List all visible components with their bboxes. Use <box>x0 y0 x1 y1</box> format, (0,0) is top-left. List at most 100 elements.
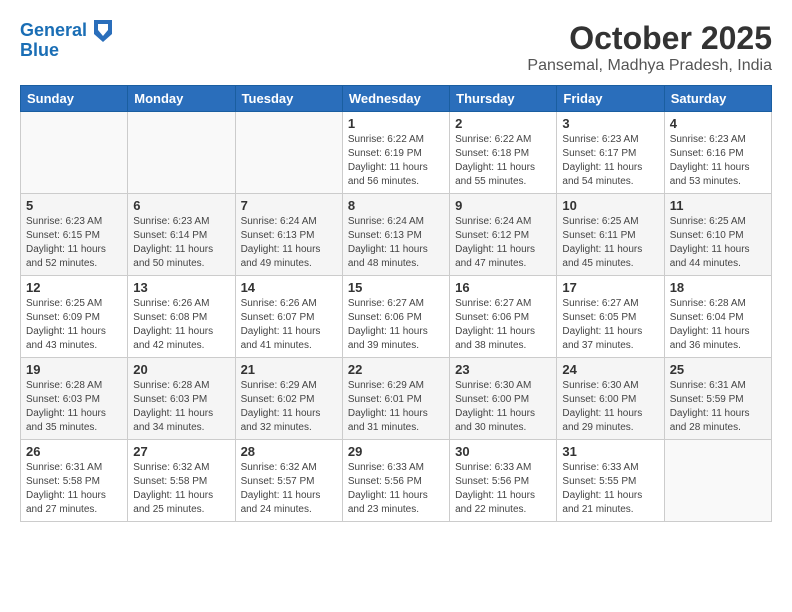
weekday-header-saturday: Saturday <box>664 86 771 112</box>
calendar-day-cell: 15 Sunrise: 6:27 AM Sunset: 6:06 PM Dayli… <box>342 276 449 358</box>
empty-day-cell <box>21 112 128 194</box>
calendar-day-cell: 4 Sunrise: 6:23 AM Sunset: 6:16 PM Daylig… <box>664 112 771 194</box>
day-info: Sunrise: 6:28 AM Sunset: 6:03 PM Dayligh… <box>26 379 122 435</box>
day-info: Sunrise: 6:29 AM Sunset: 6:02 PM Dayligh… <box>241 379 337 435</box>
day-info: Sunrise: 6:28 AM Sunset: 6:04 PM Dayligh… <box>670 297 766 353</box>
calendar-day-cell: 31 Sunrise: 6:33 AM Sunset: 5:55 PM Dayli… <box>557 440 664 522</box>
calendar-day-cell: 20Sunrise: 6:28 AM Sunset: 6:03 PM Dayli… <box>128 358 235 440</box>
empty-day-cell <box>128 112 235 194</box>
day-info: Sunrise: 6:33 AM Sunset: 5:55 PM Dayligh… <box>562 461 658 517</box>
calendar-day-cell: 26 Sunrise: 6:31 AM Sunset: 5:58 PM Dayli… <box>21 440 128 522</box>
day-info: Sunrise: 6:22 AM Sunset: 6:19 PM Dayligh… <box>348 133 444 189</box>
day-info: Sunrise: 6:23 AM Sunset: 6:16 PM Dayligh… <box>670 133 766 189</box>
calendar-day-cell: 9 Sunrise: 6:24 AM Sunset: 6:12 PM Daylig… <box>450 194 557 276</box>
calendar-day-cell: 14 Sunrise: 6:26 AM Sunset: 6:07 PM Dayli… <box>235 276 342 358</box>
calendar-table: SundayMondayTuesdayWednesdayThursdayFrid… <box>20 85 772 522</box>
day-number: 12 <box>26 280 122 295</box>
day-number: 3 <box>562 116 658 131</box>
calendar-week-row: 1Sunrise: 6:22 AM Sunset: 6:19 PM Daylig… <box>21 112 772 194</box>
weekday-header-monday: Monday <box>128 86 235 112</box>
calendar-day-cell: 5Sunrise: 6:23 AM Sunset: 6:15 PM Daylig… <box>21 194 128 276</box>
logo-icon <box>94 20 112 42</box>
day-info: Sunrise: 6:28 AM Sunset: 6:03 PM Dayligh… <box>133 379 229 435</box>
calendar-week-row: 12 Sunrise: 6:25 AM Sunset: 6:09 PM Dayli… <box>21 276 772 358</box>
empty-day-cell <box>235 112 342 194</box>
day-info: Sunrise: 6:25 AM Sunset: 6:11 PM Dayligh… <box>562 215 658 271</box>
day-number: 19 <box>26 362 122 377</box>
calendar-day-cell: 24 Sunrise: 6:30 AM Sunset: 6:00 PM Dayli… <box>557 358 664 440</box>
day-number: 31 <box>562 444 658 459</box>
day-info: Sunrise: 6:31 AM Sunset: 5:58 PM Dayligh… <box>26 461 122 517</box>
day-info: Sunrise: 6:23 AM Sunset: 6:15 PM Dayligh… <box>26 215 122 271</box>
day-number: 23 <box>455 362 551 377</box>
location-title: Pansemal, Madhya Pradesh, India <box>527 57 772 75</box>
title-area: October 2025 Pansemal, Madhya Pradesh, I… <box>527 20 772 75</box>
day-number: 14 <box>241 280 337 295</box>
day-info: Sunrise: 6:33 AM Sunset: 5:56 PM Dayligh… <box>348 461 444 517</box>
day-info: Sunrise: 6:27 AM Sunset: 6:05 PM Dayligh… <box>562 297 658 353</box>
calendar-day-cell: 22Sunrise: 6:29 AM Sunset: 6:01 PM Dayli… <box>342 358 449 440</box>
weekday-header-row: SundayMondayTuesdayWednesdayThursdayFrid… <box>21 86 772 112</box>
day-info: Sunrise: 6:25 AM Sunset: 6:09 PM Dayligh… <box>26 297 122 353</box>
calendar-day-cell: 2Sunrise: 6:22 AM Sunset: 6:18 PM Daylig… <box>450 112 557 194</box>
day-number: 17 <box>562 280 658 295</box>
calendar-day-cell: 29 Sunrise: 6:33 AM Sunset: 5:56 PM Dayli… <box>342 440 449 522</box>
day-number: 26 <box>26 444 122 459</box>
day-number: 18 <box>670 280 766 295</box>
day-info: Sunrise: 6:33 AM Sunset: 5:56 PM Dayligh… <box>455 461 551 517</box>
day-number: 4 <box>670 116 766 131</box>
day-number: 11 <box>670 198 766 213</box>
logo-text: General <box>20 20 112 42</box>
calendar-day-cell: 8 Sunrise: 6:24 AM Sunset: 6:13 PM Daylig… <box>342 194 449 276</box>
calendar-day-cell: 11 Sunrise: 6:25 AM Sunset: 6:10 PM Dayli… <box>664 194 771 276</box>
day-info: Sunrise: 6:23 AM Sunset: 6:14 PM Dayligh… <box>133 215 229 271</box>
day-number: 30 <box>455 444 551 459</box>
logo-subtext: Blue <box>20 40 112 61</box>
day-info: Sunrise: 6:26 AM Sunset: 6:08 PM Dayligh… <box>133 297 229 353</box>
day-info: Sunrise: 6:24 AM Sunset: 6:13 PM Dayligh… <box>241 215 337 271</box>
day-number: 28 <box>241 444 337 459</box>
day-info: Sunrise: 6:23 AM Sunset: 6:17 PM Dayligh… <box>562 133 658 189</box>
day-number: 15 <box>348 280 444 295</box>
day-number: 8 <box>348 198 444 213</box>
day-number: 22 <box>348 362 444 377</box>
calendar-day-cell: 23Sunrise: 6:30 AM Sunset: 6:00 PM Dayli… <box>450 358 557 440</box>
calendar-day-cell: 21 Sunrise: 6:29 AM Sunset: 6:02 PM Dayli… <box>235 358 342 440</box>
day-number: 10 <box>562 198 658 213</box>
logo: General Blue <box>20 20 112 61</box>
weekday-header-sunday: Sunday <box>21 86 128 112</box>
calendar-day-cell: 13Sunrise: 6:26 AM Sunset: 6:08 PM Dayli… <box>128 276 235 358</box>
day-info: Sunrise: 6:27 AM Sunset: 6:06 PM Dayligh… <box>348 297 444 353</box>
day-number: 25 <box>670 362 766 377</box>
weekday-header-tuesday: Tuesday <box>235 86 342 112</box>
day-info: Sunrise: 6:30 AM Sunset: 6:00 PM Dayligh… <box>562 379 658 435</box>
day-number: 29 <box>348 444 444 459</box>
empty-day-cell <box>664 440 771 522</box>
weekday-header-thursday: Thursday <box>450 86 557 112</box>
calendar-day-cell: 25 Sunrise: 6:31 AM Sunset: 5:59 PM Dayli… <box>664 358 771 440</box>
day-number: 24 <box>562 362 658 377</box>
day-info: Sunrise: 6:32 AM Sunset: 5:58 PM Dayligh… <box>133 461 229 517</box>
calendar-day-cell: 6Sunrise: 6:23 AM Sunset: 6:14 PM Daylig… <box>128 194 235 276</box>
calendar-day-cell: 16 Sunrise: 6:27 AM Sunset: 6:06 PM Dayli… <box>450 276 557 358</box>
day-number: 16 <box>455 280 551 295</box>
day-number: 9 <box>455 198 551 213</box>
day-info: Sunrise: 6:26 AM Sunset: 6:07 PM Dayligh… <box>241 297 337 353</box>
calendar-day-cell: 30 Sunrise: 6:33 AM Sunset: 5:56 PM Dayli… <box>450 440 557 522</box>
day-info: Sunrise: 6:31 AM Sunset: 5:59 PM Dayligh… <box>670 379 766 435</box>
calendar-week-row: 26 Sunrise: 6:31 AM Sunset: 5:58 PM Dayli… <box>21 440 772 522</box>
day-number: 2 <box>455 116 551 131</box>
calendar-day-cell: 3 Sunrise: 6:23 AM Sunset: 6:17 PM Daylig… <box>557 112 664 194</box>
calendar-day-cell: 18 Sunrise: 6:28 AM Sunset: 6:04 PM Dayli… <box>664 276 771 358</box>
calendar-day-cell: 1Sunrise: 6:22 AM Sunset: 6:19 PM Daylig… <box>342 112 449 194</box>
weekday-header-wednesday: Wednesday <box>342 86 449 112</box>
day-info: Sunrise: 6:24 AM Sunset: 6:12 PM Dayligh… <box>455 215 551 271</box>
calendar-week-row: 19 Sunrise: 6:28 AM Sunset: 6:03 PM Dayli… <box>21 358 772 440</box>
day-info: Sunrise: 6:25 AM Sunset: 6:10 PM Dayligh… <box>670 215 766 271</box>
calendar-day-cell: 12 Sunrise: 6:25 AM Sunset: 6:09 PM Dayli… <box>21 276 128 358</box>
calendar-day-cell: 19 Sunrise: 6:28 AM Sunset: 6:03 PM Dayli… <box>21 358 128 440</box>
day-number: 21 <box>241 362 337 377</box>
day-info: Sunrise: 6:27 AM Sunset: 6:06 PM Dayligh… <box>455 297 551 353</box>
day-info: Sunrise: 6:24 AM Sunset: 6:13 PM Dayligh… <box>348 215 444 271</box>
month-title: October 2025 <box>527 20 772 57</box>
